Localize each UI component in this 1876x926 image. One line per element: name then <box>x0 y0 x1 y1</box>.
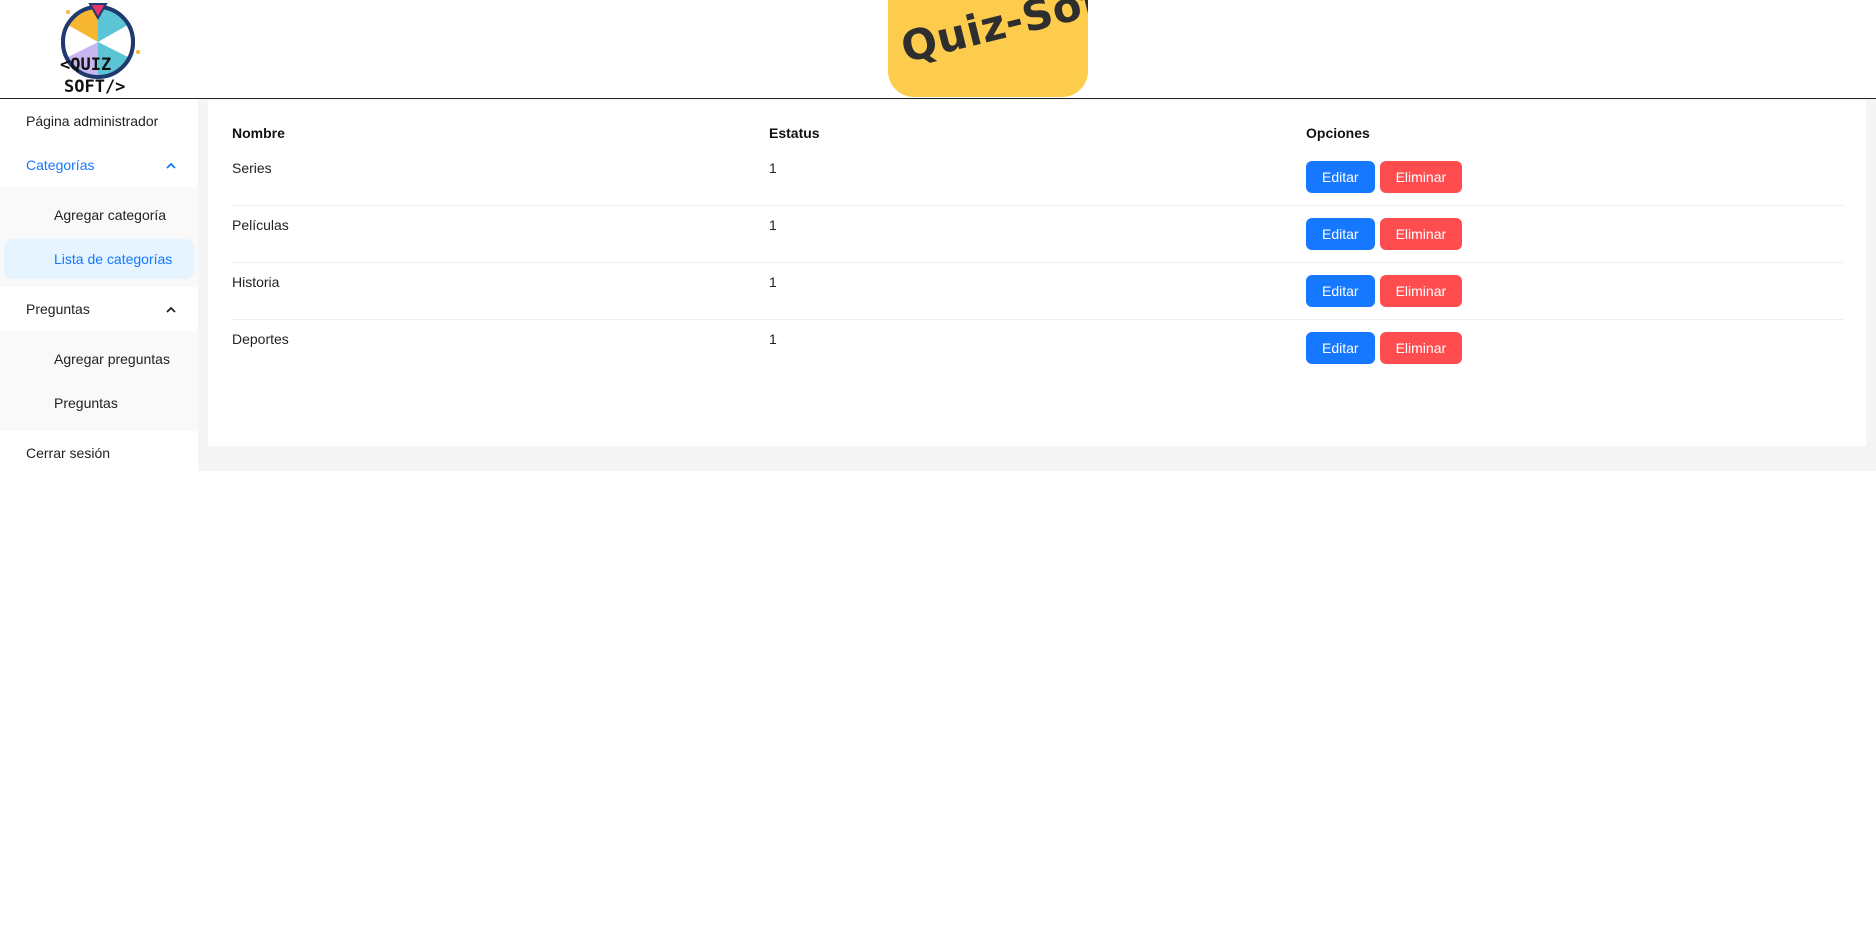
chevron-up-icon <box>164 287 178 331</box>
edit-button[interactable]: Editar <box>1306 161 1375 193</box>
table-row: Películas 1 Editar Eliminar <box>232 205 1844 263</box>
category-status: 1 <box>769 331 777 347</box>
categories-table: Nombre Estatus Opciones Series 1 Editar E… <box>232 117 1844 376</box>
categories-submenu: Agregar categoría Lista de categorías <box>0 187 198 287</box>
sidebar-item-label: Categorías <box>26 157 95 173</box>
categories-card: Nombre Estatus Opciones Series 1 Editar E… <box>208 100 1866 446</box>
logo-text-bottom: SOFT/> <box>64 77 125 97</box>
sidebar-item-admin-page[interactable]: Página administrador <box>0 99 198 143</box>
edit-button[interactable]: Editar <box>1306 332 1375 364</box>
edit-button[interactable]: Editar <box>1306 275 1375 307</box>
column-header-name: Nombre <box>232 125 285 141</box>
sidebar-item-categories[interactable]: Categorías <box>0 143 198 187</box>
category-status: 1 <box>769 205 1306 263</box>
sidebar-item-questions-list[interactable]: Preguntas <box>4 383 194 423</box>
brand-badge: Quiz-Soft <box>888 0 1088 97</box>
delete-button[interactable]: Eliminar <box>1379 332 1463 364</box>
row-actions: Editar Eliminar <box>1306 149 1844 206</box>
category-name: Deportes <box>232 331 289 347</box>
delete-button[interactable]: Eliminar <box>1379 218 1463 250</box>
sidebar-item-label: Cerrar sesión <box>26 445 111 461</box>
delete-button[interactable]: Eliminar <box>1379 275 1463 307</box>
sidebar-menu: Página administrador Categorías Agregar … <box>0 99 198 471</box>
table-header-row: Nombre Estatus Opciones <box>232 117 1844 149</box>
sidebar-item-label: Agregar preguntas <box>54 351 170 367</box>
sidebar-item-questions[interactable]: Preguntas <box>0 287 198 331</box>
table-row: Series 1 Editar Eliminar <box>232 149 1844 206</box>
edit-button[interactable]: Editar <box>1306 218 1375 250</box>
sidebar-item-add-questions[interactable]: Agregar preguntas <box>4 339 194 379</box>
column-header-status: Estatus <box>769 125 820 141</box>
top-header: <QUIZ SOFT/> Quiz-Soft <box>0 0 1876 99</box>
delete-button[interactable]: Eliminar <box>1379 161 1463 193</box>
row-actions: Editar Eliminar <box>1306 320 1844 377</box>
table-row: Historia 1 Editar Eliminar <box>232 262 1844 320</box>
row-actions: Editar Eliminar <box>1306 205 1844 263</box>
table-row: Deportes 1 Editar Eliminar <box>232 320 1844 377</box>
brand-title: Quiz-Soft <box>896 0 1088 73</box>
sidebar-item-label: Lista de categorías <box>54 251 173 267</box>
sidebar-item-label: Preguntas <box>54 395 118 411</box>
row-actions: Editar Eliminar <box>1306 262 1844 320</box>
category-name: Series <box>232 149 769 206</box>
category-name: Películas <box>232 205 769 263</box>
category-name: Historia <box>232 262 769 320</box>
sidebar-item-category-list[interactable]: Lista de categorías <box>4 239 194 279</box>
column-header-options: Opciones <box>1306 125 1370 141</box>
sidebar-item-add-category[interactable]: Agregar categoría <box>4 195 194 235</box>
sidebar-item-label: Preguntas <box>26 301 90 317</box>
sidebar-item-label: Agregar categoría <box>54 207 167 223</box>
sidebar-item-label: Página administrador <box>26 113 159 129</box>
category-status: 1 <box>769 262 1306 320</box>
logo-text-top: <QUIZ <box>60 55 111 75</box>
quiz-soft-logo[interactable]: <QUIZ SOFT/> <box>50 0 148 98</box>
chevron-up-icon <box>164 143 178 187</box>
questions-submenu: Agregar preguntas Preguntas <box>0 331 198 431</box>
sidebar-item-logout[interactable]: Cerrar sesión <box>0 431 198 475</box>
category-status: 1 <box>769 149 1306 206</box>
